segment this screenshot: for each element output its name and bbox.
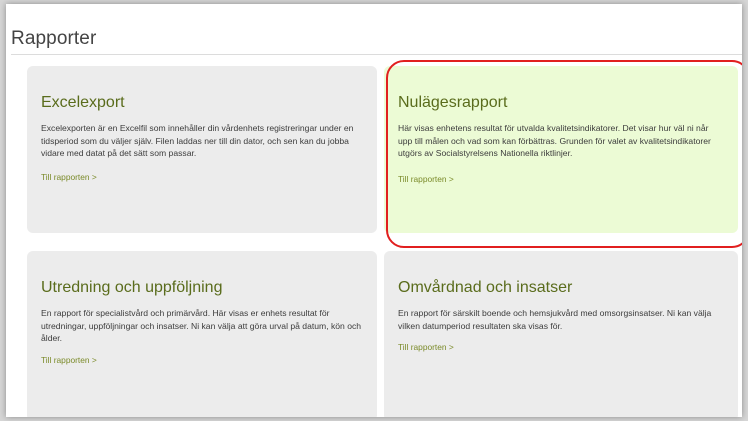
card-description: En rapport för specialistvård och primär… xyxy=(41,308,362,344)
card-omvardnad-och-insatser: Omvårdnad och insatser En rapport för sä… xyxy=(384,251,738,417)
card-nulagesrapport: Nulägesrapport Här visas enhetens result… xyxy=(384,66,738,233)
card-title: Excelexport xyxy=(41,94,125,111)
card-description: En rapport för särskilt boende och hemsj… xyxy=(398,308,712,331)
page-title: Rapporter xyxy=(11,28,97,49)
till-rapporten-link[interactable]: Till rapporten > xyxy=(398,174,454,184)
report-page: Rapporter Excelexport Excelexporten är e… xyxy=(6,4,742,417)
card-utredning-och-uppfoljning: Utredning och uppföljning En rapport för… xyxy=(27,251,377,417)
till-rapporten-link[interactable]: Till rapporten > xyxy=(398,342,454,352)
till-rapporten-link[interactable]: Till rapporten > xyxy=(41,355,97,365)
card-title: Omvårdnad och insatser xyxy=(398,279,573,296)
till-rapporten-link[interactable]: Till rapporten > xyxy=(41,172,97,182)
card-description: Här visas enhetens resultat för utvalda … xyxy=(398,123,711,159)
card-excelexport: Excelexport Excelexporten är en Excelfil… xyxy=(27,66,377,233)
title-divider xyxy=(11,54,742,55)
card-title: Utredning och uppföljning xyxy=(41,279,223,296)
card-description: Excelexporten är en Excelfil som innehål… xyxy=(41,123,354,159)
card-title: Nulägesrapport xyxy=(398,94,508,111)
